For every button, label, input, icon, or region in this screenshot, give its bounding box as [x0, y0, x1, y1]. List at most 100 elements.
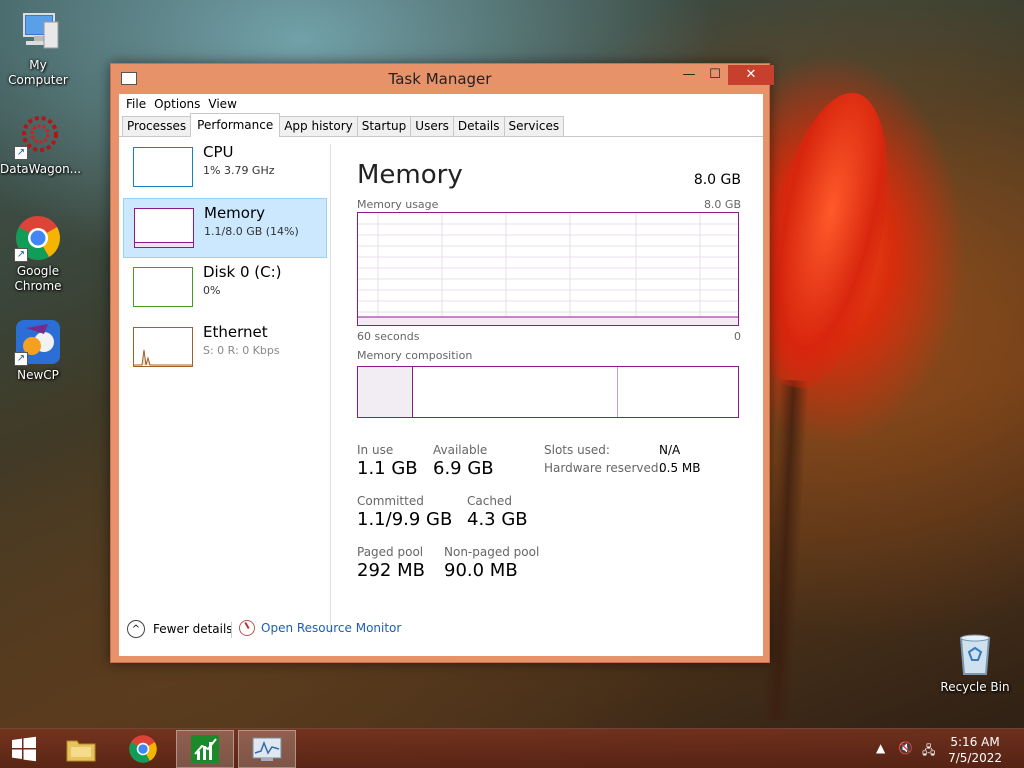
- memory-total: 8.0 GB: [693, 172, 741, 188]
- menu-bar: File Options View: [119, 94, 763, 114]
- tab-details[interactable]: Details: [452, 116, 505, 136]
- volume-muted-icon[interactable]: 🔇: [898, 741, 913, 755]
- performance-sidebar: CPU 1% 3.79 GHz Memory 1.1/8.0 GB (14%) …: [119, 138, 331, 608]
- chrome-icon: [129, 735, 157, 763]
- taskbar-file-explorer[interactable]: [52, 730, 110, 768]
- start-button[interactable]: [0, 730, 48, 768]
- non-paged-pool-label: Non-paged pool: [444, 545, 540, 559]
- memory-usage-gridlines: [358, 213, 738, 325]
- menu-view[interactable]: View: [207, 97, 243, 111]
- chrome-icon: ↗: [14, 214, 62, 262]
- desktop-icon-label: DataWagon...: [0, 162, 82, 176]
- network-icon[interactable]: 🖧: [922, 741, 935, 762]
- committed-label: Committed: [357, 494, 424, 508]
- sidebar-item-cpu[interactable]: CPU 1% 3.79 GHz: [123, 138, 327, 198]
- windows-logo-icon: [12, 736, 36, 762]
- window-title: Task Manager: [388, 70, 492, 88]
- show-hidden-icons-button[interactable]: ▲: [876, 741, 885, 755]
- newcp-icon: ↗: [14, 318, 62, 366]
- hardware-reserved-label: Hardware reserved:: [544, 461, 663, 475]
- clock-time: 5:16 AM: [950, 735, 1000, 749]
- available-label: Available: [433, 443, 488, 457]
- task-manager-window: Task Manager — ☐ ✕ File Options View Pro…: [110, 63, 774, 663]
- tab-startup[interactable]: Startup: [356, 116, 412, 136]
- cached-value: 4.3 GB: [467, 509, 528, 530]
- taskbar-task-manager[interactable]: [238, 730, 296, 768]
- menu-options[interactable]: Options: [153, 97, 207, 111]
- memory-heading: Memory: [357, 160, 463, 190]
- minimize-button[interactable]: —: [676, 65, 702, 85]
- taskbar-chrome[interactable]: [114, 730, 172, 768]
- memory-usage-max: 8.0 GB: [703, 198, 741, 211]
- graph-axis-right: 0: [734, 330, 741, 343]
- sidebar-item-cpu-title: CPU: [203, 143, 234, 161]
- taskbar-app-chart[interactable]: [176, 730, 234, 768]
- shortcut-arrow-icon: ↗: [14, 146, 28, 160]
- memory-usage-label: Memory usage: [357, 198, 439, 211]
- graph-axis-left: 60 seconds: [357, 330, 420, 343]
- memory-composition-bar: [357, 366, 739, 418]
- shortcut-arrow-icon: ↗: [14, 352, 28, 366]
- desktop-icon-datawagon[interactable]: ↗ DataWagon...: [0, 112, 82, 177]
- menu-file[interactable]: File: [125, 97, 153, 111]
- memory-usage-graph: [357, 212, 739, 326]
- sidebar-item-memory-sub: 1.1/8.0 GB (14%): [204, 225, 299, 238]
- tab-app-history[interactable]: App history: [279, 116, 358, 136]
- close-button[interactable]: ✕: [728, 65, 774, 85]
- chevron-up-icon: ^: [127, 620, 145, 638]
- chart-app-icon: [191, 735, 219, 763]
- sidebar-item-ethernet[interactable]: Ethernet S: 0 R: 0 Kbps: [123, 318, 327, 378]
- available-value: 6.9 GB: [433, 458, 494, 479]
- open-resource-monitor-link[interactable]: Open Resource Monitor: [239, 620, 401, 636]
- non-paged-pool-value: 90.0 MB: [444, 560, 518, 581]
- sidebar-item-ethernet-title: Ethernet: [203, 323, 268, 341]
- shortcut-arrow-icon: ↗: [14, 248, 28, 262]
- sidebar-item-ethernet-sub: S: 0 R: 0 Kbps: [203, 344, 280, 357]
- disk-thumbnail-graph: [133, 267, 193, 307]
- paged-pool-value: 292 MB: [357, 560, 425, 581]
- taskbar-clock[interactable]: 5:16 AM 7/5/2022: [948, 734, 1002, 766]
- paged-pool-label: Paged pool: [357, 545, 424, 559]
- window-client-area: File Options View Processes Performance …: [119, 94, 763, 656]
- fewer-details-button[interactable]: ^ Fewer details: [127, 620, 233, 638]
- open-resource-monitor-label: Open Resource Monitor: [261, 621, 402, 635]
- tab-strip: Processes Performance App history Startu…: [119, 113, 763, 137]
- memory-composition-label: Memory composition: [357, 349, 473, 362]
- taskbar: ▲ 🔇 🖧 5:16 AM 7/5/2022: [0, 728, 1024, 768]
- desktop-icon-label: Google Chrome: [14, 264, 62, 293]
- title-bar[interactable]: Task Manager — ☐ ✕: [111, 64, 774, 94]
- slots-used-value: N/A: [659, 443, 681, 457]
- in-use-label: In use: [357, 443, 394, 457]
- desktop-icon-label: Recycle Bin: [940, 680, 1010, 694]
- tab-performance[interactable]: Performance: [190, 113, 281, 137]
- sidebar-item-disk-sub: 0%: [203, 284, 221, 297]
- slots-used-label: Slots used:: [544, 443, 610, 457]
- desktop-icon-label: NewCP: [17, 368, 59, 382]
- composition-in-use: [358, 367, 413, 417]
- desktop-icon-google-chrome[interactable]: ↗ Google Chrome: [0, 214, 76, 294]
- sidebar-item-memory[interactable]: Memory 1.1/8.0 GB (14%): [123, 198, 327, 258]
- window-footer: ^ Fewer details Open Resource Monitor: [119, 618, 763, 648]
- desktop-icon-newcp[interactable]: ↗ NewCP: [0, 318, 76, 383]
- maximize-button[interactable]: ☐: [702, 65, 728, 85]
- computer-icon: [14, 8, 62, 56]
- tab-processes[interactable]: Processes: [122, 116, 192, 136]
- desktop-icon-my-computer[interactable]: My Computer: [0, 8, 76, 88]
- memory-thumbnail-fill: [135, 242, 193, 247]
- memory-thumbnail-graph: [134, 208, 194, 248]
- tab-users[interactable]: Users: [410, 116, 454, 136]
- in-use-value: 1.1 GB: [357, 458, 418, 479]
- desktop-icon-recycle-bin[interactable]: Recycle Bin: [937, 630, 1013, 695]
- composition-cached: [617, 367, 618, 417]
- cpu-thumbnail-graph: [133, 147, 193, 187]
- committed-value: 1.1/9.9 GB: [357, 509, 453, 530]
- sidebar-item-disk[interactable]: Disk 0 (C:) 0%: [123, 258, 327, 318]
- cached-label: Cached: [467, 494, 512, 508]
- recycle-bin-icon: [951, 630, 999, 678]
- sidebar-item-disk-title: Disk 0 (C:): [203, 263, 282, 281]
- fewer-details-label: Fewer details: [153, 622, 233, 636]
- folder-icon: [66, 740, 96, 762]
- tab-services[interactable]: Services: [503, 116, 565, 136]
- sidebar-item-memory-title: Memory: [204, 204, 266, 222]
- clock-date: 7/5/2022: [948, 751, 1002, 765]
